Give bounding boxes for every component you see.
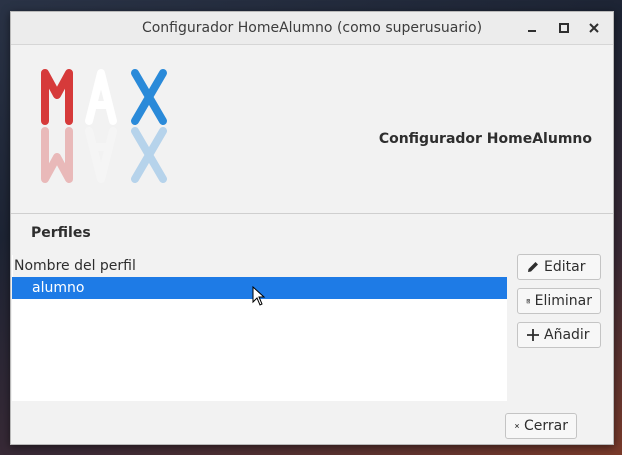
maximize-button[interactable] [555,19,573,37]
maximize-icon [559,23,569,33]
minimize-button[interactable] [523,19,541,37]
profiles-section-title: Perfiles [31,225,91,241]
title-bar[interactable]: Configurador HomeAlumno (como superusuar… [11,12,613,45]
close-button-label: Cerrar [524,418,568,434]
close-icon [589,23,599,33]
edit-button-label: Editar [544,259,586,275]
column-header-profile-name[interactable]: Nombre del perfil [13,255,509,277]
close-button[interactable]: Cerrar [505,413,577,439]
header-title: Configurador HomeAlumno [378,131,592,147]
app-window: Configurador HomeAlumno (como superusuar… [10,11,614,445]
delete-button-label: Eliminar [534,293,592,309]
edit-button[interactable]: Editar [517,254,601,280]
close-window-button[interactable] [585,19,603,37]
trash-icon [526,299,530,304]
minimize-icon [528,30,536,32]
list-empty-area [12,299,507,401]
max-logo [41,69,167,183]
profiles-list[interactable]: Nombre del perfil alumno [12,255,509,401]
add-button-label: Añadir [544,327,590,343]
pencil-icon [528,262,538,272]
close-icon [515,424,519,428]
plus-icon [527,329,539,341]
add-button[interactable]: Añadir [517,322,601,348]
header-banner: Configurador HomeAlumno [11,45,613,214]
delete-button[interactable]: Eliminar [517,288,601,314]
mouse-pointer-icon [252,286,266,306]
